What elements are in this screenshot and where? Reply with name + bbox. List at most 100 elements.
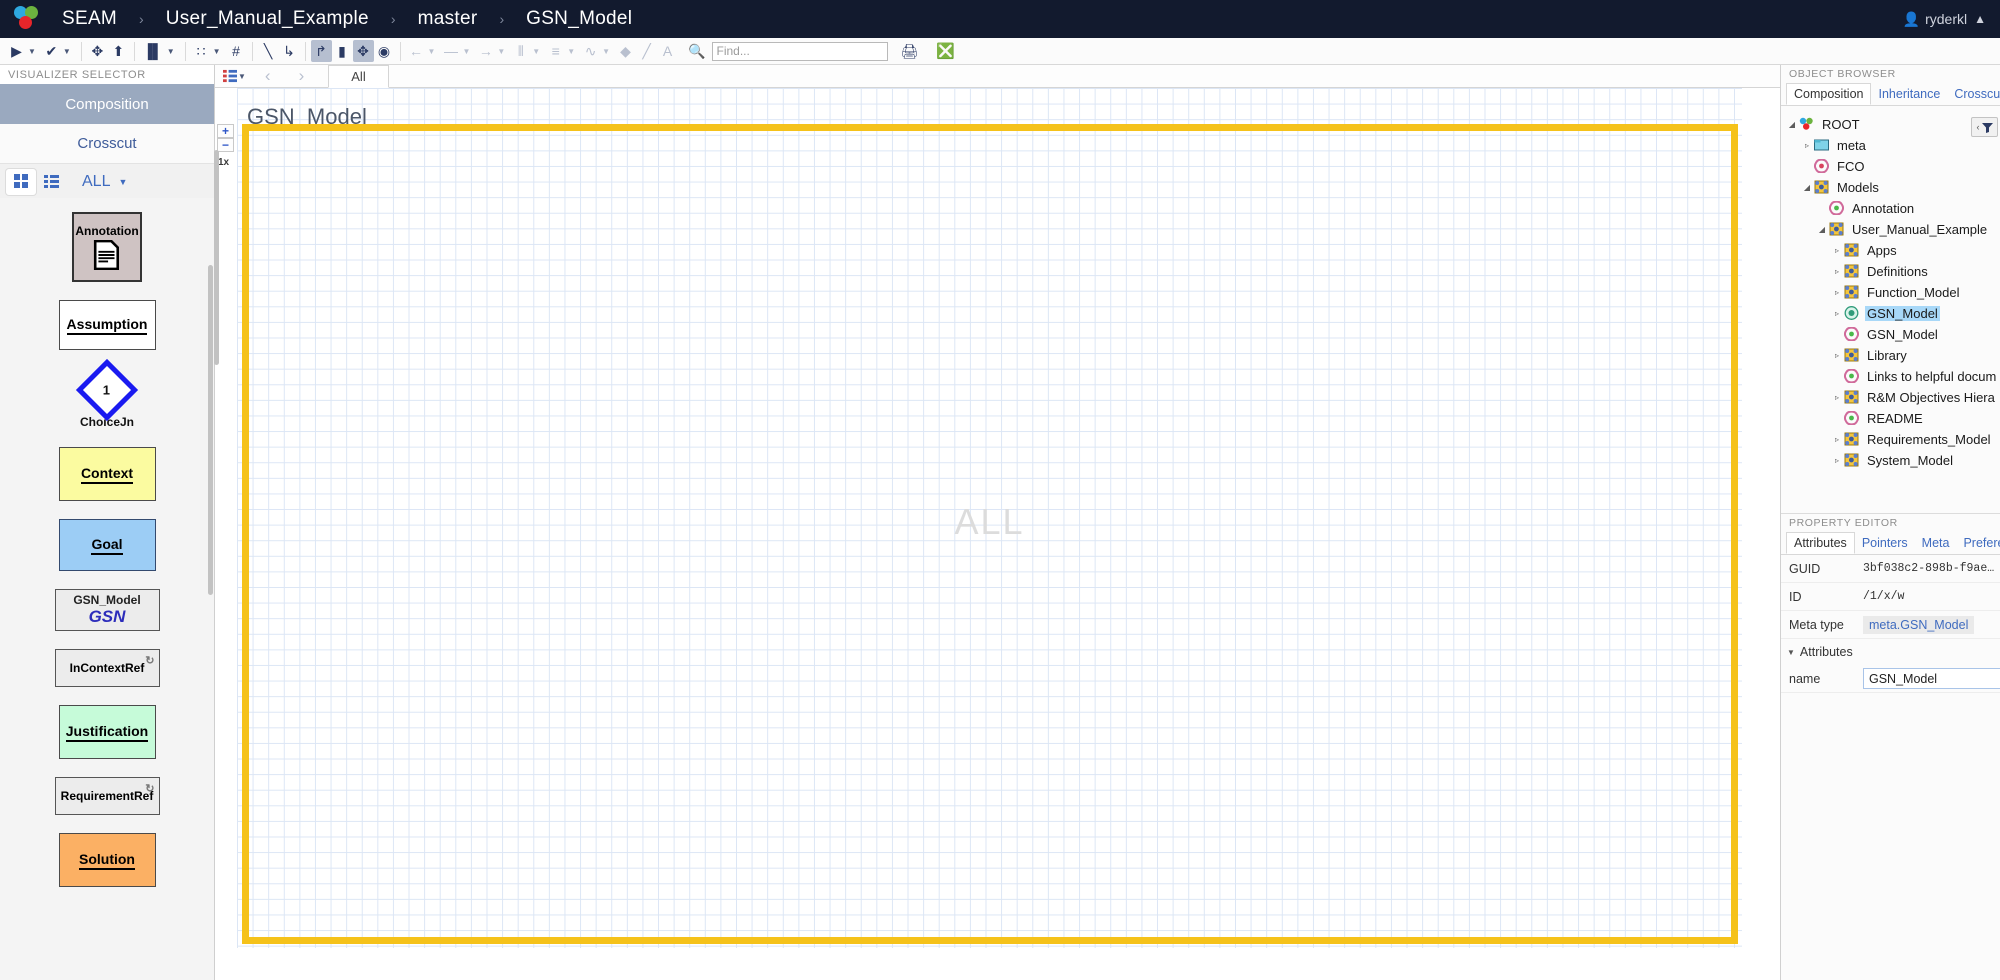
- back-button[interactable]: ‹: [251, 66, 285, 86]
- list-view-icon[interactable]: [36, 169, 66, 195]
- tree-node[interactable]: ▹ Library: [1785, 345, 2000, 366]
- visualizer-item-composition[interactable]: Composition: [0, 84, 214, 124]
- line-pattern[interactable]: ≡: [545, 40, 566, 62]
- check-button[interactable]: ✔: [41, 40, 62, 62]
- tree-node[interactable]: ▹ Requirements_Model: [1785, 429, 2000, 450]
- pe-tab-attributes[interactable]: Attributes: [1786, 532, 1855, 554]
- ob-tab-crosscut[interactable]: Crosscut: [1947, 83, 2000, 105]
- elbow-connection-tool[interactable]: ↳: [279, 40, 300, 62]
- chevron-down-icon[interactable]: ▼: [27, 47, 41, 56]
- grid-button[interactable]: ∷: [191, 40, 212, 62]
- chevron-down-icon[interactable]: ▼: [566, 47, 580, 56]
- zoom-out-button[interactable]: −: [217, 138, 234, 152]
- routing-tool[interactable]: ↱: [310, 40, 332, 62]
- tree-node[interactable]: ◢ Models: [1785, 177, 2000, 198]
- left-gutter-scrollbar[interactable]: [214, 150, 219, 365]
- forward-button[interactable]: ›: [285, 66, 319, 86]
- tree-twisty-icon[interactable]: ▹: [1800, 141, 1814, 150]
- zoom-in-button[interactable]: +: [217, 124, 234, 138]
- tree-node[interactable]: ◢ ROOT: [1785, 114, 2000, 135]
- tree-node[interactable]: ◢ User_Manual_Example: [1785, 219, 2000, 240]
- palette-item[interactable]: Assumption: [0, 300, 214, 350]
- user-menu[interactable]: 👤 ryderkl ▲: [1903, 0, 1986, 38]
- chevron-down-icon[interactable]: ▼: [62, 47, 76, 56]
- pe-tab-preferences[interactable]: Preferences: [1956, 532, 2000, 554]
- palette-filter-dropdown[interactable]: ALL ▼: [82, 173, 127, 191]
- snap-grid-button[interactable]: #: [226, 40, 247, 62]
- visualizer-item-crosscut[interactable]: Crosscut: [0, 124, 214, 164]
- clear-icon[interactable]: ❎: [933, 40, 958, 62]
- breadcrumb-node[interactable]: GSN_Model: [520, 8, 638, 30]
- tree-node[interactable]: README: [1785, 408, 2000, 429]
- tree-node[interactable]: ▹ Function_Model: [1785, 282, 2000, 303]
- tree-node[interactable]: ▹ Definitions: [1785, 261, 2000, 282]
- tree-node[interactable]: ▹ R&M Objectives Hiera: [1785, 387, 2000, 408]
- tree-node[interactable]: Links to helpful docum: [1785, 366, 2000, 387]
- tree-twisty-icon[interactable]: ▹: [1830, 288, 1844, 297]
- palette-item[interactable]: Goal: [0, 519, 214, 571]
- visibility-button[interactable]: ◉: [374, 40, 395, 62]
- palette-item[interactable]: InContextRef ↻: [0, 649, 214, 687]
- palette-item[interactable]: Annotation: [0, 212, 214, 282]
- diagram-canvas[interactable]: GSN_Model ALL: [237, 88, 1742, 948]
- grid-view-icon[interactable]: [6, 168, 36, 195]
- line-tool[interactable]: ╲: [258, 40, 279, 62]
- tree-node[interactable]: GSN_Model: [1785, 324, 2000, 345]
- search-input[interactable]: [711, 41, 888, 61]
- tab-all[interactable]: All: [328, 64, 389, 88]
- attributes-section-header[interactable]: ▼ Attributes: [1781, 639, 2000, 665]
- run-button[interactable]: ▶: [6, 40, 27, 62]
- chevron-down-icon[interactable]: ▼: [496, 47, 510, 56]
- line-color[interactable]: ╱: [636, 40, 657, 62]
- tree-twisty-icon[interactable]: ▹: [1830, 351, 1844, 360]
- palette-item[interactable]: Solution: [0, 833, 214, 887]
- chevron-down-icon[interactable]: ▼: [212, 47, 226, 56]
- lock-button[interactable]: ▮: [332, 40, 353, 62]
- columns-button[interactable]: ▐▌: [140, 40, 166, 62]
- chevron-down-icon[interactable]: ▼: [461, 47, 475, 56]
- chevron-down-icon[interactable]: ▼: [427, 47, 441, 56]
- attribute-name-input[interactable]: [1863, 668, 2000, 689]
- tree-twisty-icon[interactable]: ◢: [1815, 225, 1829, 234]
- ob-tab-composition[interactable]: Composition: [1786, 83, 1872, 105]
- list-icon[interactable]: ▼: [223, 69, 251, 83]
- tree-twisty-icon[interactable]: ◢: [1785, 120, 1799, 129]
- tree-node[interactable]: ▹ System_Model: [1785, 450, 2000, 471]
- tree-node[interactable]: Annotation: [1785, 198, 2000, 219]
- autolayout-button[interactable]: ⬆: [108, 40, 129, 62]
- breadcrumb-brand[interactable]: SEAM: [56, 8, 123, 30]
- breadcrumb-branch[interactable]: master: [412, 8, 484, 30]
- line-width[interactable]: ⦀: [510, 40, 531, 62]
- chevron-down-icon[interactable]: ▼: [166, 47, 180, 56]
- palette-item[interactable]: GSN_Model GSN: [0, 589, 214, 631]
- text-color[interactable]: A: [657, 40, 678, 62]
- breadcrumb-project[interactable]: User_Manual_Example: [160, 8, 375, 30]
- tree-node[interactable]: ▹ Apps: [1785, 240, 2000, 261]
- chevron-down-icon[interactable]: ▼: [531, 47, 545, 56]
- tree-node[interactable]: ▹ meta: [1785, 135, 2000, 156]
- curve-style[interactable]: ∿: [580, 40, 601, 62]
- fill-color[interactable]: ◆: [615, 40, 636, 62]
- move-tool[interactable]: ✥: [87, 40, 108, 62]
- tree-twisty-icon[interactable]: ▹: [1830, 267, 1844, 276]
- tree-node[interactable]: ▹ GSN_Model: [1785, 303, 2000, 324]
- tree-node[interactable]: FCO: [1785, 156, 2000, 177]
- tree-twisty-icon[interactable]: ▹: [1830, 309, 1844, 318]
- pan-tool[interactable]: ✥: [352, 40, 374, 62]
- tree-twisty-icon[interactable]: ▹: [1830, 246, 1844, 255]
- tree-twisty-icon[interactable]: ◢: [1800, 183, 1814, 192]
- filter-icon[interactable]: ‹: [1971, 117, 1998, 137]
- tree-twisty-icon[interactable]: ▹: [1830, 456, 1844, 465]
- palette-scrollbar[interactable]: [208, 265, 213, 595]
- palette-item[interactable]: RequirementRef ↻: [0, 777, 214, 815]
- chevron-down-icon[interactable]: ▼: [601, 47, 615, 56]
- pe-tab-pointers[interactable]: Pointers: [1855, 532, 1915, 554]
- pe-tab-meta[interactable]: Meta: [1915, 532, 1957, 554]
- line-style[interactable]: —: [440, 40, 461, 62]
- ob-tab-inheritance[interactable]: Inheritance: [1871, 83, 1947, 105]
- tree-twisty-icon[interactable]: ▹: [1830, 435, 1844, 444]
- print-icon[interactable]: 🖨: [898, 40, 922, 62]
- palette-item[interactable]: Context: [0, 447, 214, 501]
- arrow-end-style[interactable]: →: [475, 40, 496, 62]
- palette-item[interactable]: 1 ChoiceJn: [0, 358, 214, 429]
